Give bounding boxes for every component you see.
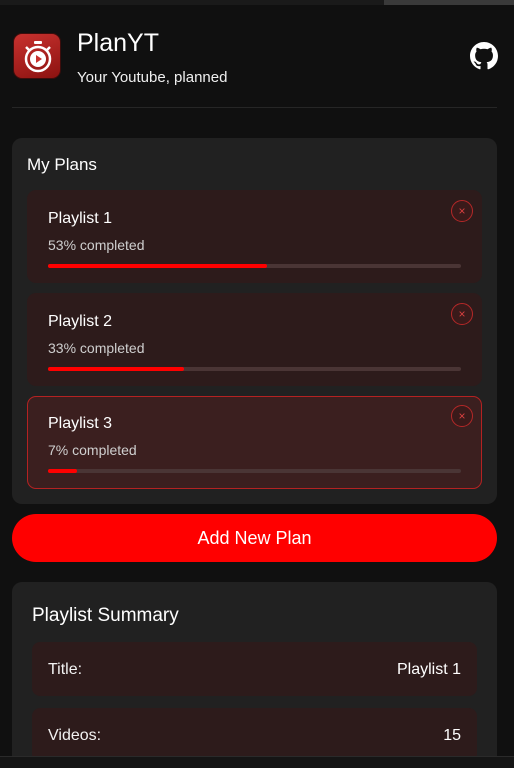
progress-bar: [48, 367, 461, 371]
plan-item-playlist-2[interactable]: Playlist 2 33% completed ×: [27, 293, 482, 386]
delete-plan-icon[interactable]: ×: [451, 200, 473, 222]
summary-row-label: Videos:: [48, 727, 102, 744]
plan-name: Playlist 1: [48, 210, 113, 227]
playlist-summary-card: Playlist Summary Title: Playlist 1 Video…: [12, 582, 497, 768]
progress-bar: [48, 469, 461, 473]
plan-item-playlist-3[interactable]: Playlist 3 7% completed ×: [27, 396, 482, 489]
plan-progress-text: 33% completed: [48, 340, 145, 356]
stopwatch-play-icon: [13, 33, 61, 79]
playlist-summary-title: Playlist Summary: [32, 605, 179, 626]
summary-row-value: Playlist 1: [396, 661, 461, 678]
plan-name: Playlist 2: [48, 313, 113, 330]
github-icon[interactable]: [470, 42, 498, 70]
app-title: PlanYT: [77, 29, 159, 57]
plan-name: Playlist 3: [48, 415, 113, 432]
browser-top-strip: [0, 0, 514, 5]
summary-row-value: 15: [443, 727, 461, 744]
summary-row-label: Title:: [48, 661, 83, 678]
bottom-scroll-strip: [0, 756, 514, 768]
summary-row-videos: Videos: 15: [32, 708, 477, 762]
browser-tab-indicator: [384, 0, 514, 5]
summary-row-title: Title: Playlist 1: [32, 642, 477, 696]
plan-item-playlist-1[interactable]: Playlist 1 53% completed ×: [27, 190, 482, 283]
plan-progress-text: 7% completed: [48, 442, 137, 458]
app-subtitle: Your Youtube, planned: [77, 69, 228, 86]
progress-bar-fill: [48, 264, 267, 268]
progress-bar-fill: [48, 367, 185, 371]
plan-progress-text: 53% completed: [48, 237, 145, 253]
my-plans-title: My Plans: [27, 155, 97, 174]
progress-bar: [48, 264, 461, 268]
add-new-plan-button[interactable]: Add New Plan: [12, 514, 497, 562]
my-plans-card: My Plans Playlist 1 53% completed × Play…: [12, 138, 497, 504]
progress-bar-fill: [48, 469, 77, 473]
app-header: PlanYT Your Youtube, planned: [12, 28, 498, 108]
delete-plan-icon[interactable]: ×: [451, 303, 473, 325]
delete-plan-icon[interactable]: ×: [451, 405, 473, 427]
